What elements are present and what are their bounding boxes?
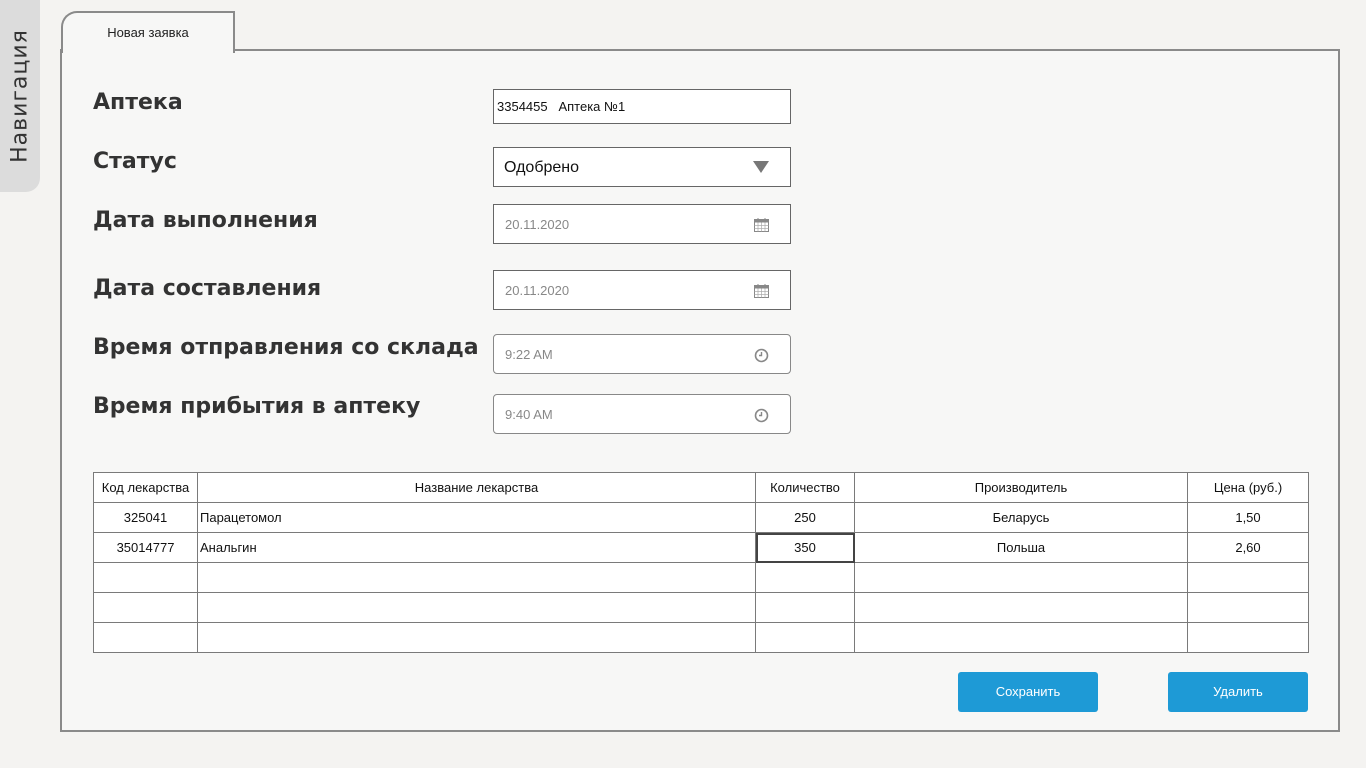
cell-name[interactable] [197, 622, 756, 653]
departure-time-field[interactable] [493, 334, 791, 374]
column-header-manufacturer[interactable]: Производитель [854, 472, 1188, 503]
status-label: Статус [93, 149, 177, 174]
cell-manufacturer[interactable]: Беларусь [854, 502, 1188, 533]
navigation-label: Навигация [7, 29, 33, 163]
column-header-quantity[interactable]: Количество [755, 472, 855, 503]
navigation-tab[interactable]: Навигация [0, 0, 40, 192]
due-date-field[interactable] [493, 204, 791, 244]
pharmacy-label: Аптека [93, 90, 183, 115]
cell-manufacturer[interactable] [854, 592, 1188, 623]
cell-price[interactable]: 1,50 [1187, 502, 1309, 533]
triangle-down-icon[interactable] [753, 161, 769, 173]
column-header-price[interactable]: Цена (руб.) [1187, 472, 1309, 503]
departure-time-input[interactable] [505, 335, 765, 373]
medicines-table: Код лекарства Название лекарства Количес… [93, 472, 1309, 653]
cell-code[interactable]: 35014777 [93, 532, 198, 563]
cell-name[interactable] [197, 592, 756, 623]
cell-manufacturer[interactable]: Польша [854, 532, 1188, 563]
cell-code[interactable] [93, 622, 198, 653]
calendar-icon[interactable] [754, 218, 769, 232]
column-header-name[interactable]: Название лекарства [197, 472, 756, 503]
calendar-icon[interactable] [754, 284, 769, 298]
pharmacy-field[interactable] [493, 89, 791, 124]
created-date-field[interactable] [493, 270, 791, 310]
tab-label: Новая заявка [107, 25, 189, 40]
cell-price[interactable] [1187, 592, 1309, 623]
cell-manufacturer[interactable] [854, 562, 1188, 593]
arrival-time-label: Время прибытия в аптеку [93, 394, 421, 419]
delete-button[interactable]: Удалить [1168, 672, 1308, 712]
arrival-time-field[interactable] [493, 394, 791, 434]
cell-name[interactable]: Анальгин [197, 532, 756, 563]
created-date-label: Дата составления [93, 276, 322, 301]
status-select[interactable]: Одобрено [493, 147, 791, 187]
table-header-row: Код лекарства Название лекарства Количес… [93, 472, 1309, 503]
cell-price[interactable] [1187, 562, 1309, 593]
due-date-input[interactable] [505, 205, 765, 243]
cell-price[interactable] [1187, 622, 1309, 653]
cell-manufacturer[interactable] [854, 622, 1188, 653]
cell-name[interactable] [197, 562, 756, 593]
cell-price[interactable]: 2,60 [1187, 532, 1309, 563]
cell-code[interactable]: 325041 [93, 502, 198, 533]
arrival-time-input[interactable] [505, 395, 765, 433]
cell-name[interactable]: Парацетомол [197, 502, 756, 533]
table-row[interactable] [93, 562, 1309, 593]
tab-new-request[interactable]: Новая заявка [61, 11, 235, 53]
save-button[interactable]: Сохранить [958, 672, 1098, 712]
created-date-input[interactable] [505, 271, 765, 309]
cell-code[interactable] [93, 562, 198, 593]
pharmacy-input[interactable] [497, 90, 757, 123]
cell-quantity[interactable] [755, 622, 855, 653]
table-row[interactable] [93, 592, 1309, 623]
table-row[interactable]: 35014777 Анальгин 350 Польша 2,60 [93, 532, 1309, 563]
cell-quantity[interactable] [755, 592, 855, 623]
column-header-code[interactable]: Код лекарства [93, 472, 198, 503]
cell-quantity[interactable]: 250 [755, 502, 855, 533]
due-date-label: Дата выполнения [93, 208, 318, 233]
departure-time-label: Время отправления со склада [93, 335, 479, 360]
status-selected-value: Одобрено [504, 159, 580, 176]
cell-quantity[interactable] [755, 562, 855, 593]
clock-icon[interactable] [754, 348, 769, 363]
cell-code[interactable] [93, 592, 198, 623]
cell-quantity-active[interactable]: 350 [755, 532, 855, 563]
clock-icon[interactable] [754, 408, 769, 423]
table-row[interactable] [93, 622, 1309, 653]
table-row[interactable]: 325041 Парацетомол 250 Беларусь 1,50 [93, 502, 1309, 533]
